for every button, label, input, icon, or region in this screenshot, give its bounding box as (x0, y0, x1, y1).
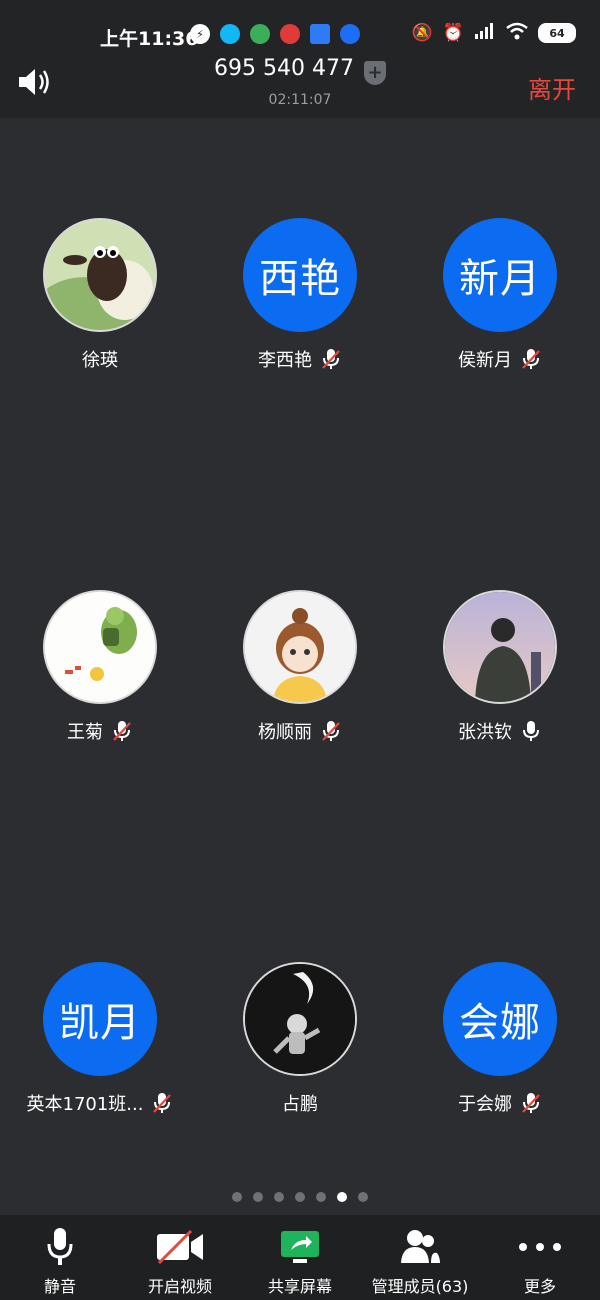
qq-icon (220, 24, 240, 44)
participant-name-row: 李西艳 (200, 346, 400, 372)
participant-name-row: 侯新月 (400, 346, 600, 372)
meeting-app-icon (340, 24, 360, 44)
mute-button[interactable]: 静音 (0, 1215, 120, 1297)
page-indicator[interactable] (0, 1192, 600, 1202)
meeting-id-text: 695 540 477 (214, 56, 354, 81)
mic-on-icon (523, 721, 539, 741)
participant-name-row: 英本1701班... (0, 1090, 200, 1116)
mute-bell-icon: 🔕 (411, 23, 433, 43)
avatar (43, 218, 157, 332)
participant-name: 英本1701班... (26, 1094, 144, 1115)
meeting-id[interactable]: 695 540 477 + (0, 56, 600, 85)
start-video-button[interactable]: 开启视频 (120, 1215, 240, 1297)
page-dot[interactable] (358, 1192, 368, 1202)
avatar (443, 590, 557, 704)
share-screen-label: 共享屏幕 (267, 1277, 332, 1296)
share-screen-button[interactable]: 共享屏幕 (240, 1215, 360, 1297)
page-dot[interactable] (316, 1192, 326, 1202)
participant-name-row: 占鹏 (200, 1090, 400, 1116)
app-icon (250, 24, 270, 44)
avatar: 新月 (443, 218, 557, 332)
avatar (243, 962, 357, 1076)
mic-muted-icon (153, 1093, 172, 1113)
manage-members-label: 管理成员(63) (371, 1277, 469, 1296)
participant-name: 李西艳 (258, 350, 312, 371)
avatar (43, 590, 157, 704)
microphone-icon (0, 1225, 120, 1269)
top-bar: 上午11:36 ⚡ 🔕 ⏰ 64 695 540 477 + 02:11:07 离… (0, 0, 600, 118)
more-label: 更多 (523, 1277, 556, 1296)
participant-name-row: 王菊 (0, 718, 200, 744)
mic-muted-icon (522, 1093, 540, 1113)
participant-name: 占鹏 (282, 1094, 318, 1115)
participant-name-row: 于会娜 (400, 1090, 600, 1116)
meeting-toolbar: 静音 开启视频 共享屏幕 管理成员(63) 更多 (0, 1215, 600, 1300)
signal-icon (474, 22, 496, 44)
page-dot[interactable] (295, 1192, 305, 1202)
page-dot[interactable] (232, 1192, 242, 1202)
participant-name-row: 张洪钦 (400, 718, 600, 744)
members-icon (360, 1225, 480, 1269)
participant-name: 于会娜 (458, 1094, 512, 1115)
leave-button[interactable]: 离开 (528, 70, 576, 105)
app-icon (280, 24, 300, 44)
participant-tile[interactable]: 杨顺丽 (200, 590, 400, 744)
participant-tile[interactable]: 会娜 于会娜 (400, 962, 600, 1116)
participant-name: 徐瑛 (82, 350, 118, 371)
mic-muted-icon (522, 349, 540, 369)
participant-tile[interactable]: 新月 侯新月 (400, 218, 600, 372)
share-screen-icon (240, 1225, 360, 1269)
page-dot[interactable] (253, 1192, 263, 1202)
status-time: 上午11:36 (100, 28, 199, 50)
participant-name: 杨顺丽 (258, 722, 312, 743)
avatar: 会娜 (443, 962, 557, 1076)
manage-members-button[interactable]: 管理成员(63) (360, 1215, 480, 1297)
more-icon (480, 1225, 600, 1269)
meeting-timer: 02:11:07 (268, 92, 332, 108)
system-icons: 🔕 ⏰ 64 (412, 22, 576, 44)
wifi-icon (506, 22, 528, 44)
alarm-icon: ⏰ (442, 23, 464, 43)
mute-label: 静音 (43, 1277, 76, 1296)
avatar: 凯月 (43, 962, 157, 1076)
notification-icons: ⚡ (190, 24, 360, 44)
participant-name-row: 徐瑛 (0, 346, 200, 372)
participant-tile[interactable]: 占鹏 (200, 962, 400, 1116)
page-dot-active[interactable] (337, 1192, 347, 1202)
mic-muted-icon (322, 721, 340, 741)
participant-tile[interactable]: 西艳 李西艳 (200, 218, 400, 372)
app-icon (310, 24, 330, 44)
participant-grid: 徐瑛 西艳 李西艳 新月 侯新月 王菊 杨顺丽 张洪钦 凯月 英本1701班..… (0, 118, 600, 1215)
video-off-icon (120, 1225, 240, 1269)
participant-tile[interactable]: 王菊 (0, 590, 200, 744)
participant-name: 王菊 (67, 722, 103, 743)
avatar (243, 590, 357, 704)
page-dot[interactable] (274, 1192, 284, 1202)
security-icon: ⚡ (190, 24, 210, 44)
participant-tile[interactable]: 徐瑛 (0, 218, 200, 372)
mic-muted-icon (322, 349, 340, 369)
avatar: 西艳 (243, 218, 357, 332)
battery-indicator: 64 (538, 23, 576, 43)
participant-name: 张洪钦 (458, 722, 512, 743)
participant-tile[interactable]: 张洪钦 (400, 590, 600, 744)
mic-muted-icon (113, 721, 131, 741)
participant-name-row: 杨顺丽 (200, 718, 400, 744)
participant-tile[interactable]: 凯月 英本1701班... (0, 962, 200, 1116)
more-button[interactable]: 更多 (480, 1215, 600, 1297)
participant-name: 侯新月 (458, 350, 512, 371)
start-video-label: 开启视频 (147, 1277, 212, 1296)
shield-icon: + (363, 61, 386, 85)
